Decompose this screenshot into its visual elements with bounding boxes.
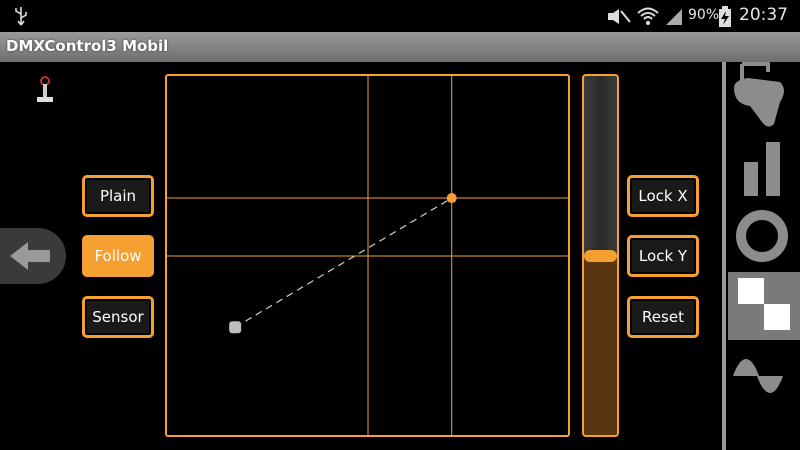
app-title: DMXControl3 Mobil [6,37,169,55]
target-position-marker[interactable] [446,193,457,204]
sidebar-item-values[interactable] [728,132,800,200]
dimmer-slider[interactable] [582,74,619,437]
sidebar-item-waveform[interactable] [728,342,800,410]
battery-percent: 90% [688,7,720,23]
sensor-button[interactable]: Sensor [82,296,154,338]
signal-icon [666,9,682,25]
sidebar-divider [722,62,726,450]
clock: 20:37 [739,5,788,25]
bar-chart-icon [744,142,780,196]
wifi-icon [637,7,659,25]
lock-x-button[interactable]: Lock X [627,175,699,217]
mode-sidebar [722,62,800,450]
back-button[interactable] [0,228,66,284]
arrow-left-icon [10,242,50,270]
lock-y-button[interactable]: Lock Y [627,235,699,277]
slider-handle[interactable] [584,249,617,262]
follow-button[interactable]: Follow [82,235,154,277]
trail-line [234,197,453,328]
joystick-icon [37,76,53,102]
title-bar: DMXControl3 Mobil [0,32,800,62]
status-bar: 90% 20:37 [0,0,800,32]
sidebar-item-effects[interactable] [728,202,800,270]
sidebar-item-device[interactable] [728,62,800,130]
moving-head-icon [734,62,784,127]
mute-icon [608,9,631,24]
plain-button[interactable]: Plain [82,175,154,217]
ring-icon [736,210,788,262]
xy-pad-canvas [167,76,568,435]
xy-pad[interactable] [165,74,570,437]
checker-icon [738,278,790,330]
usb-icon [15,7,27,26]
battery-charging-icon [719,6,731,27]
sidebar-item-position[interactable] [728,272,800,340]
current-position-marker [229,321,242,334]
slider-fill [584,255,617,435]
reset-button[interactable]: Reset [627,296,699,338]
sine-wave-icon [733,359,783,393]
